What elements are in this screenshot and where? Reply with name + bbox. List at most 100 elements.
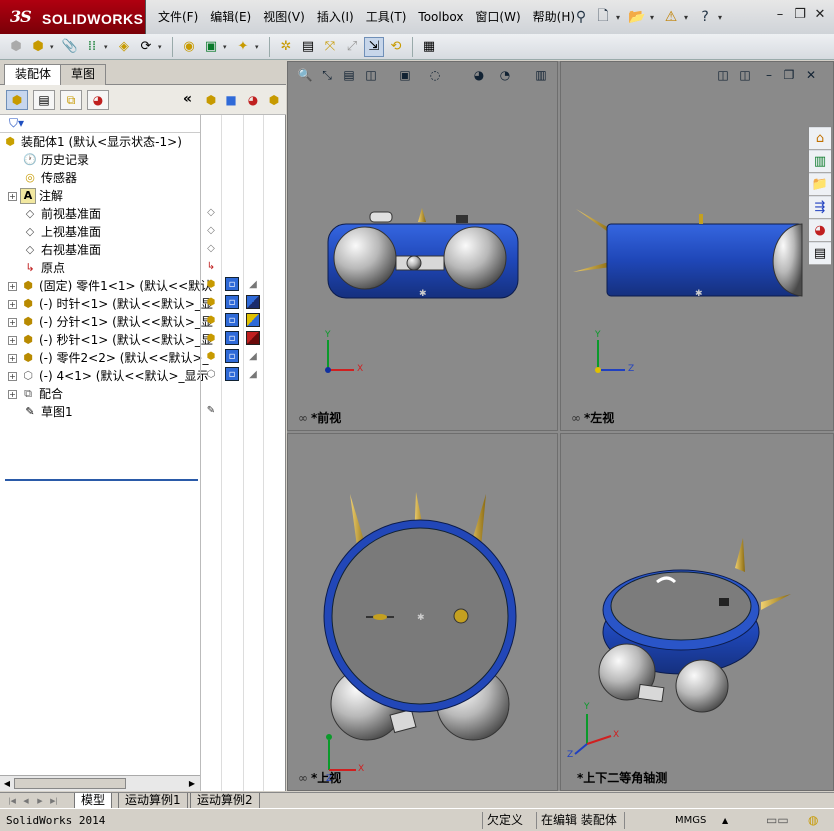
help-dropdown-icon[interactable]: ▾ <box>718 13 722 22</box>
component-icon[interactable]: ⬢ <box>204 349 218 363</box>
exploded-view-icon[interactable]: ⤧ <box>320 37 340 57</box>
appearance-icon[interactable]: ◢ <box>246 349 260 363</box>
tab-motion-study-1[interactable]: 运动算例1 <box>118 793 188 809</box>
display-style-icon[interactable]: ◌ <box>427 67 443 83</box>
edit-component-icon[interactable]: ⬢ <box>6 37 26 57</box>
display-state-icon[interactable]: ▫ <box>225 367 239 381</box>
link-views-icon[interactable]: ∞ <box>298 771 308 785</box>
component-icon[interactable]: ⬢ <box>204 295 218 309</box>
bill-of-materials-icon[interactable]: ▤ <box>298 37 318 57</box>
component-icon[interactable]: ⬢ <box>204 331 218 345</box>
filter-bar[interactable]: ⛉▾ <box>0 115 200 133</box>
appearance-icon[interactable] <box>246 331 260 345</box>
component-icon[interactable]: ⬢ <box>204 313 218 327</box>
viewport-isometric[interactable]: Y X Z *上下二等角轴测 <box>560 433 834 791</box>
viewport-front[interactable]: ✱ Y X ∞ *前视 <box>287 61 558 431</box>
smart-fasteners-icon[interactable]: ◈ <box>114 37 134 57</box>
tab-motion-study-2[interactable]: 运动算例2 <box>190 793 260 809</box>
tree-node-history[interactable]: 🕐 历史记录 <box>22 151 89 169</box>
tree-node-assembly[interactable]: ⬢ 装配体1 (默认<显示状态-1>) <box>2 133 182 151</box>
scroll-thumb[interactable] <box>14 778 126 789</box>
expand-toggle[interactable]: + <box>8 281 17 291</box>
features-dropdown-icon[interactable]: ▾ <box>223 43 231 51</box>
pane-minimize-icon[interactable]: – <box>761 67 777 83</box>
show-hidden-icon[interactable]: ◉ <box>179 37 199 57</box>
tab-model[interactable]: 模型 <box>74 793 113 809</box>
view-palette-icon[interactable]: ⇶ <box>809 197 831 219</box>
mate-icon[interactable]: 📎 <box>60 37 80 57</box>
tree-node-mates[interactable]: + ⧉ 配合 <box>8 385 63 403</box>
display-state-icon[interactable]: ▫ <box>225 331 239 345</box>
instant3d-icon[interactable]: ⇲ <box>364 36 384 57</box>
feature-manager-icon[interactable]: ⬢ <box>6 90 28 110</box>
tree-node-part4[interactable]: + ⬡ (-) 4<1> (默认<<默认>_显示 <box>8 367 209 385</box>
menu-file[interactable]: 文件(F) <box>152 0 204 34</box>
tree-node-right-plane[interactable]: ◇ 右视基准面 <box>22 241 101 259</box>
restore-icon[interactable]: ❐ <box>792 8 808 24</box>
appearance-icon[interactable]: ◢ <box>246 277 260 291</box>
design-library-icon[interactable]: ▥ <box>809 151 831 173</box>
minimize-icon[interactable]: – <box>772 8 788 24</box>
new-dropdown-icon[interactable]: ▾ <box>616 13 620 22</box>
reference-dropdown-icon[interactable]: ▾ <box>255 43 263 51</box>
tab-sketch[interactable]: 草图 <box>60 64 107 85</box>
rollback-bar[interactable] <box>5 479 198 481</box>
solidworks-logo[interactable]: 3S SOLIDWORKS <box>0 0 146 34</box>
component-icon[interactable]: ⬡ <box>204 367 218 381</box>
plane-visibility-icon[interactable]: ◇ <box>204 241 218 255</box>
view-orientation-icon[interactable]: ▣ <box>397 67 413 83</box>
expand-toggle[interactable]: + <box>8 335 17 345</box>
previous-view-icon[interactable]: ▤ <box>341 67 357 83</box>
tree-node-part1[interactable]: + ⬢ (固定) 零件1<1> (默认<<默认 <box>8 277 212 295</box>
pane-close-icon[interactable]: ✕ <box>803 67 819 83</box>
menu-edit[interactable]: 编辑(E) <box>204 0 257 34</box>
options-icon[interactable]: ▦ <box>419 37 439 57</box>
display-state-icon[interactable]: ▫ <box>225 313 239 327</box>
menu-view[interactable]: 视图(V) <box>257 0 311 34</box>
view-settings-icon[interactable]: ▥ <box>533 67 549 83</box>
tab-first-icon[interactable]: |◀ <box>6 795 18 807</box>
new-motion-study-icon[interactable]: ✲ <box>276 37 296 57</box>
pin-icon[interactable]: ⚲ <box>572 8 590 26</box>
home-icon[interactable]: ⌂ <box>809 128 831 150</box>
menu-toolbox[interactable]: Toolbox <box>412 0 469 34</box>
expand-toggle[interactable]: + <box>8 317 17 327</box>
tab-assembly[interactable]: 装配体 <box>4 64 63 86</box>
tree-node-part2[interactable]: + ⬢ (-) 零件2<2> (默认<<默认>_ <box>8 349 209 367</box>
expand-toggle[interactable]: + <box>8 389 17 399</box>
origin-visibility-icon[interactable]: ↳ <box>204 259 218 273</box>
apply-scene-icon[interactable]: ◔ <box>497 67 513 83</box>
scroll-left-icon[interactable]: ◀ <box>1 778 13 790</box>
file-explorer-icon[interactable]: 📁 <box>809 174 831 196</box>
plane-visibility-icon[interactable]: ◇ <box>204 223 218 237</box>
tab-last-icon[interactable]: ▶| <box>48 795 60 807</box>
close-icon[interactable]: ✕ <box>812 8 828 24</box>
display-state-icon[interactable]: ▫ <box>225 277 239 291</box>
section-view-icon[interactable]: ◫ <box>363 67 379 83</box>
display-state-icon[interactable]: ▫ <box>225 349 239 363</box>
plane-visibility-icon[interactable]: ◇ <box>204 205 218 219</box>
link-views-icon[interactable]: ∞ <box>298 411 308 425</box>
tree-node-annotations[interactable]: + A 注解 <box>8 187 63 205</box>
custom-properties-icon[interactable]: ▤ <box>809 243 831 265</box>
link-views-icon[interactable]: ∞ <box>571 411 581 425</box>
appearance-icon[interactable] <box>246 295 260 309</box>
zoom-to-area-icon[interactable]: ⤡ <box>319 67 335 83</box>
rebuild-icon[interactable]: ◍ <box>808 812 818 829</box>
menu-tools[interactable]: 工具(T) <box>360 0 413 34</box>
tab-prev-icon[interactable]: ◀ <box>20 795 32 807</box>
sketch-visibility-icon[interactable]: ✎ <box>204 403 218 417</box>
graphics-area[interactable]: ✱ Y X ∞ *前视 ✱ Y Z ∞ *左视 ✱ Z X ∞ *上视 Y X … <box>287 61 834 791</box>
expand-toggle[interactable]: + <box>8 371 17 381</box>
open-dropdown-icon[interactable]: ▾ <box>650 13 654 22</box>
property-manager-icon[interactable]: ▤ <box>33 90 55 110</box>
move-component-icon[interactable]: ⟳ <box>136 37 156 57</box>
assembly-features-icon[interactable]: ▣ <box>201 37 221 57</box>
expand-toggle[interactable]: + <box>8 353 17 363</box>
collapse-panel-icon[interactable]: « <box>183 91 192 107</box>
tree-node-top-plane[interactable]: ◇ 上视基准面 <box>22 223 101 241</box>
expand-toggle[interactable]: + <box>8 191 17 201</box>
tree-node-sketch1[interactable]: ✎ 草图1 <box>22 403 72 421</box>
display-manager-icon[interactable]: ◕ <box>87 90 109 110</box>
edit-appearance-icon[interactable]: ◕ <box>471 67 487 83</box>
